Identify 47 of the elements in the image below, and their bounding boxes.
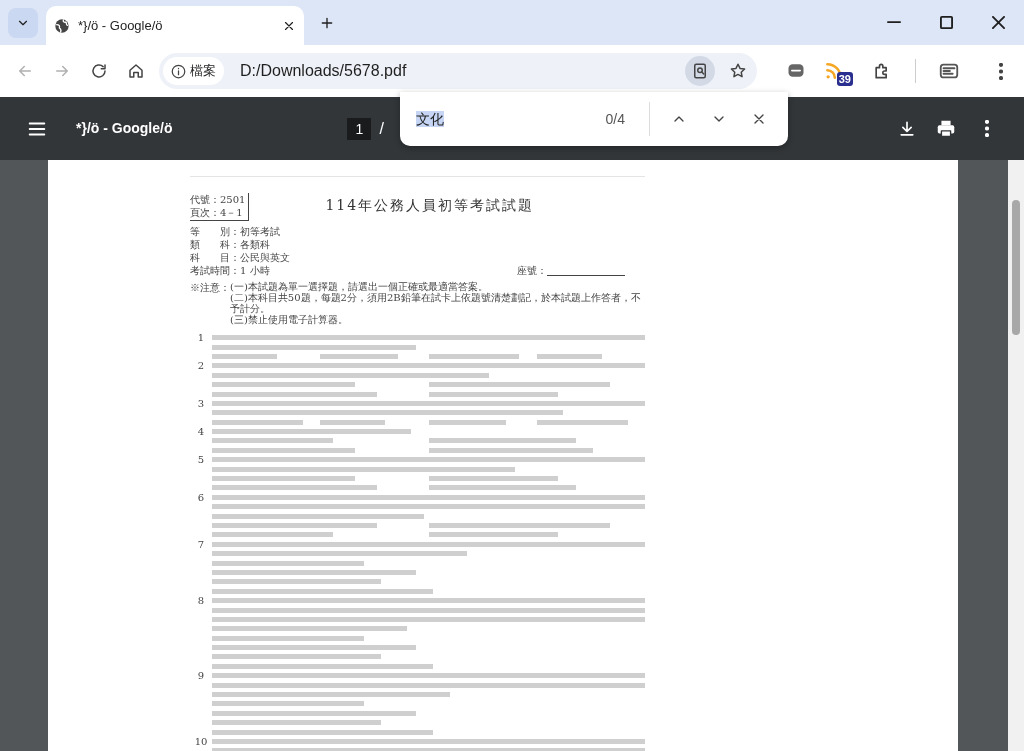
kebab-menu-icon xyxy=(985,120,989,137)
seat-label: 座號： xyxy=(517,264,547,277)
question-number: 1 xyxy=(196,333,206,345)
url-text: D:/Downloads/5678.pdf xyxy=(240,61,408,81)
maximize-icon xyxy=(939,15,953,29)
scrollbar[interactable] xyxy=(1008,160,1024,751)
question-number: 6 xyxy=(196,492,206,505)
exam-info-line: 考試時間：1 小時 xyxy=(190,264,270,277)
kebab-menu-icon xyxy=(999,62,1003,80)
find-in-page-button[interactable] xyxy=(685,56,715,86)
question-number: 3 xyxy=(196,398,206,411)
question-number: 4 xyxy=(196,426,206,439)
exam-info-line: 等 別：初等考試 xyxy=(190,225,280,238)
site-info-chip[interactable]: 檔案 xyxy=(163,57,224,85)
close-icon xyxy=(991,15,1005,29)
match-count: 0/4 xyxy=(605,109,625,129)
plus-icon xyxy=(319,15,335,31)
question-number: 10 xyxy=(193,736,209,749)
notes-label: ※注意： xyxy=(190,281,230,294)
address-bar[interactable]: 檔案 D:/Downloads/5678.pdf xyxy=(159,53,757,89)
question-number: 5 xyxy=(196,455,206,468)
question-number: 2 xyxy=(196,361,206,374)
note-text: (二)本科目共50題，每題2分，須用2B鉛筆在試卡上依題號清楚劃記，於本試題上作答者，不予計分。 xyxy=(230,292,642,314)
code-label: 頁次：4－1 xyxy=(190,206,244,219)
document-title: *}/ö - Google/ö xyxy=(76,119,173,138)
code-label: 代號：2501 xyxy=(190,193,246,206)
note-text: (三)禁止使用電子計算器。 xyxy=(230,314,349,325)
question-number: 7 xyxy=(196,539,206,552)
exam-info-line: 類 科：各類科 xyxy=(190,238,270,251)
tab-title: *}/ö - Google/ö xyxy=(78,16,164,35)
browser-tab[interactable]: *}/ö - Google/ö xyxy=(46,6,304,45)
notification-badge: 39 xyxy=(836,72,853,86)
find-field[interactable]: 文化 xyxy=(400,107,606,131)
note-text: (一)本試題為單一選擇題，請選出一個正確或最適當答案。 xyxy=(230,281,488,292)
info-icon xyxy=(171,63,186,79)
star-icon xyxy=(729,62,747,80)
globe-icon xyxy=(54,17,70,34)
minimize-icon xyxy=(887,21,901,23)
exam-info-line: 科 目：公民與英文 xyxy=(190,251,290,264)
page-separator: / xyxy=(379,118,384,139)
question-number: 9 xyxy=(196,671,206,684)
search-page-icon xyxy=(691,62,709,80)
exam-title: 114年公務人員初等考試試題 xyxy=(325,196,535,215)
home-icon xyxy=(127,62,146,80)
question-number: 8 xyxy=(196,595,206,608)
page-number-field[interactable]: 1 xyxy=(347,117,372,140)
reload-icon xyxy=(90,62,109,80)
